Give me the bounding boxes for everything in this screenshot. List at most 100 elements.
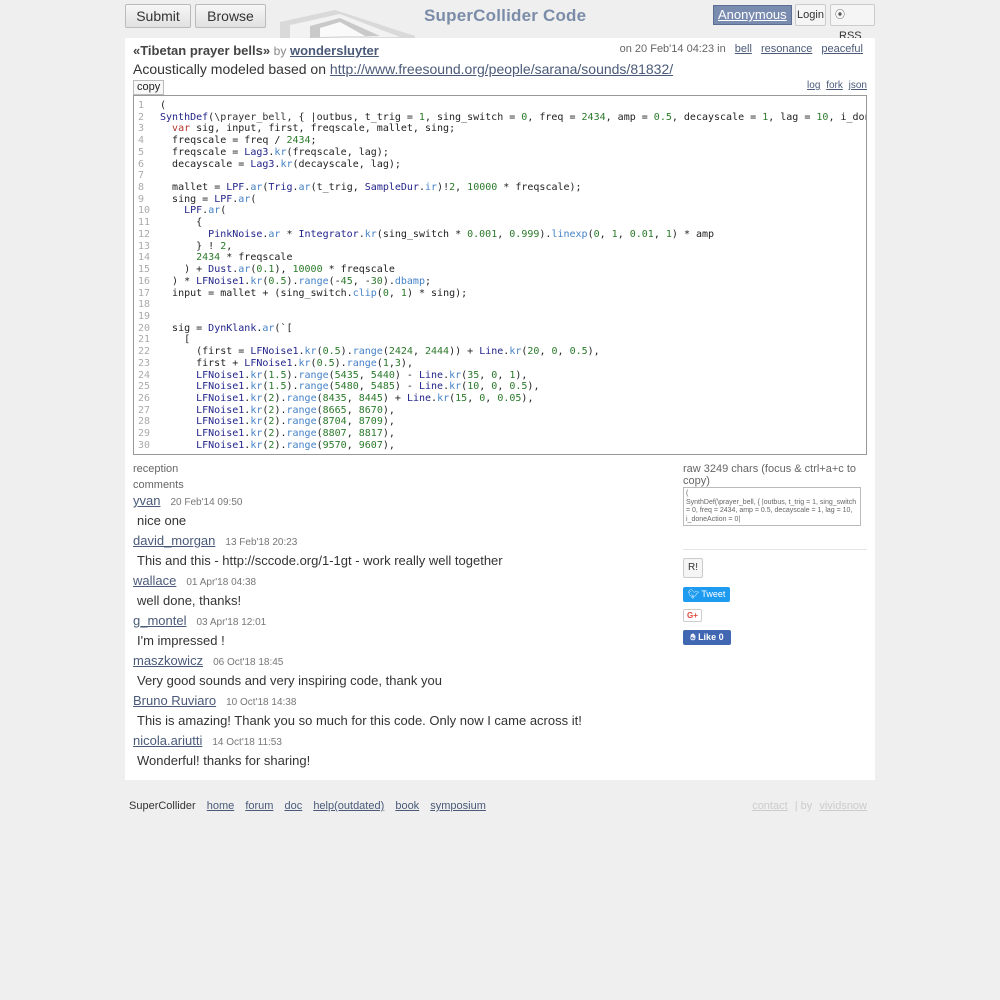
line-number: 23 (138, 357, 151, 369)
code-text: [ (160, 334, 191, 346)
rss-button[interactable]: ⦿ RSS (830, 4, 875, 42)
submit-button[interactable]: Submit (125, 4, 191, 28)
code-line: 25 LFNoise1.kr(1.5).range(5480, 5485) - … (138, 381, 866, 393)
line-number: 15 (138, 264, 151, 276)
code-line: 6 decayscale = Lag3.kr(decayscale, lag); (138, 158, 866, 171)
author-link[interactable]: wondersluyter (290, 43, 379, 58)
twitter-icon: 🐦︎ (687, 589, 700, 599)
comment-author-link[interactable]: Bruno Ruviaro (133, 693, 216, 708)
contact-link[interactable]: contact (752, 800, 787, 812)
code-text: ) + Dust.ar(0.1), 10000 * freqscale (160, 264, 395, 276)
comment: maszkowicz 06 Oct'18 18:45 Very good sound… (133, 653, 673, 688)
code-line: 1( (138, 100, 866, 112)
code-line: 20 sig = DynKlank.ar(`[ (138, 323, 866, 335)
code-text: LFNoise1.kr(2).range(8807, 8817), (196, 428, 395, 440)
code-line: 2 SynthDef(\prayer_bell, { |outbus, t_tri… (138, 112, 866, 124)
fork-link[interactable]: fork (826, 80, 843, 91)
line-number: 4 (138, 135, 145, 147)
comment-date: 20 Feb'14 09:50 (170, 497, 243, 508)
code-line: 13 } ! 2, (138, 240, 866, 253)
line-number: 21 (138, 334, 151, 346)
code-line: 16 ) * LFNoise1.kr(0.5).range(-45, -30).… (138, 276, 866, 288)
facebook-like-button[interactable]: ✋︎ Like 0 (683, 630, 731, 645)
tweet-button[interactable]: 🐦︎ Tweet (683, 587, 730, 602)
json-link[interactable]: json (849, 80, 867, 91)
comment: Bruno Ruviaro 10 Oct'18 14:38 This is amaz… (133, 693, 673, 728)
tag-link[interactable]: bell (735, 43, 752, 55)
tag-link[interactable]: peaceful (821, 43, 863, 55)
gplus-button[interactable]: G+ (683, 609, 702, 622)
code-text: decayscale = Lag3.kr(decayscale, lag); (172, 158, 401, 170)
comment: g_montel 03 Apr'18 12:01 I'm impressed ! (133, 613, 673, 648)
line-number: 28 (138, 416, 151, 428)
code-text: LFNoise1.kr(2).range(8704, 8709), (196, 416, 395, 428)
raw-textarea[interactable]: ( SynthDef(\prayer_bell, { |outbus, t_tr… (683, 487, 861, 526)
comment-text: Very good sounds and very inspiring code… (137, 673, 442, 688)
code-lines: 1(2 SynthDef(\prayer_bell, { |outbus, t_t… (138, 100, 866, 452)
line-number: 27 (138, 404, 151, 416)
comment-date: 13 Feb'18 20:23 (225, 537, 298, 548)
line-number: 18 (138, 299, 151, 311)
line-number: 12 (138, 228, 151, 240)
code-line: 27 LFNoise1.kr(2).range(8665, 8670), (138, 404, 866, 417)
log-link[interactable]: log (807, 80, 820, 91)
comment-author-link[interactable]: yvan (133, 493, 160, 508)
footer-link-home[interactable]: home (207, 800, 235, 812)
description-link[interactable]: http://www.freesound.org/people/sarana/s… (330, 61, 673, 77)
code-line: 11 { (138, 217, 866, 229)
login-button[interactable]: Login (795, 4, 826, 26)
code-line: 9 sing = LPF.ar( (138, 193, 866, 206)
footer-link-book[interactable]: book (395, 800, 419, 812)
footer-link-forum[interactable]: forum (245, 800, 273, 812)
comment-author-link[interactable]: maszkowicz (133, 653, 203, 668)
code-editor[interactable]: 1(2 SynthDef(\prayer_bell, { |outbus, t_t… (133, 95, 867, 455)
code-line: 22 (first = LFNoise1.kr(0.5).range(2424,… (138, 346, 866, 358)
comment-author-link[interactable]: nicola.ariutti (133, 733, 202, 748)
copy-button[interactable]: copy (133, 80, 165, 95)
thumbs-up-icon: ✋︎ (690, 632, 696, 642)
snippet-header: «Tibetan prayer bells» by wondersluyter (133, 43, 379, 58)
comment-date: 01 Apr'18 04:38 (186, 577, 257, 588)
code-text: first + LFNoise1.kr(0.5).range(1,3), (196, 357, 413, 369)
comment-date: 10 Oct'18 14:38 (226, 697, 297, 708)
code-text: 2434 * freqscale (196, 252, 293, 264)
line-number: 17 (138, 287, 151, 299)
rss-icon: ⦿ (835, 10, 845, 21)
divider (683, 549, 867, 550)
vividsnow-link[interactable]: vividsnow (819, 800, 867, 812)
code-text: LFNoise1.kr(1.5).range(5435, 5440) - Lin… (196, 369, 528, 381)
code-text: } ! 2, (160, 240, 233, 252)
raw-label: raw 3249 chars (focus & ctrl+a+c to copy… (683, 463, 857, 487)
line-number: 25 (138, 381, 151, 393)
code-text: LFNoise1.kr(2).range(8665, 8670), (196, 404, 395, 416)
line-number: 10 (138, 205, 151, 217)
code-text: sing = LPF.ar( (172, 193, 257, 205)
snippet-title: «Tibetan prayer bells» (133, 43, 271, 58)
comment-author-link[interactable]: wallace (133, 573, 176, 588)
comment-author-link[interactable]: g_montel (133, 613, 186, 628)
site-logo[interactable] (280, 8, 415, 40)
line-number: 26 (138, 392, 151, 404)
code-text: LPF.ar( (184, 205, 227, 217)
comment-date: 06 Oct'18 18:45 (213, 657, 284, 668)
line-number: 6 (138, 158, 145, 170)
comment-text: This is amazing! Thank you so much for t… (137, 713, 582, 728)
line-number: 13 (138, 240, 151, 252)
comment-text: well done, thanks! (137, 593, 242, 608)
browse-button[interactable]: Browse (195, 4, 266, 28)
tag-link[interactable]: resonance (761, 43, 812, 55)
footer-link-doc[interactable]: doc (285, 800, 303, 812)
code-line: 5 freqscale = Lag3.kr(freqscale, lag); (138, 147, 866, 159)
line-number: 29 (138, 428, 151, 440)
code-actions: log fork json (804, 80, 867, 91)
reddit-button[interactable]: R! (683, 558, 703, 578)
top-bar: Submit Browse SuperCollider Code Anonymo… (0, 0, 1000, 42)
user-menu[interactable]: Anonymous (713, 5, 792, 25)
comment-author-link[interactable]: david_morgan (133, 533, 215, 548)
code-line: 7 (138, 170, 866, 182)
footer-nav: SuperCollider home forum doc help(outdat… (129, 800, 486, 812)
site-title[interactable]: SuperCollider Code (424, 6, 586, 26)
footer-link-help[interactable]: help(outdated) (313, 800, 384, 812)
footer-link-symposium[interactable]: symposium (430, 800, 486, 812)
code-line: 21 [ (138, 334, 866, 346)
